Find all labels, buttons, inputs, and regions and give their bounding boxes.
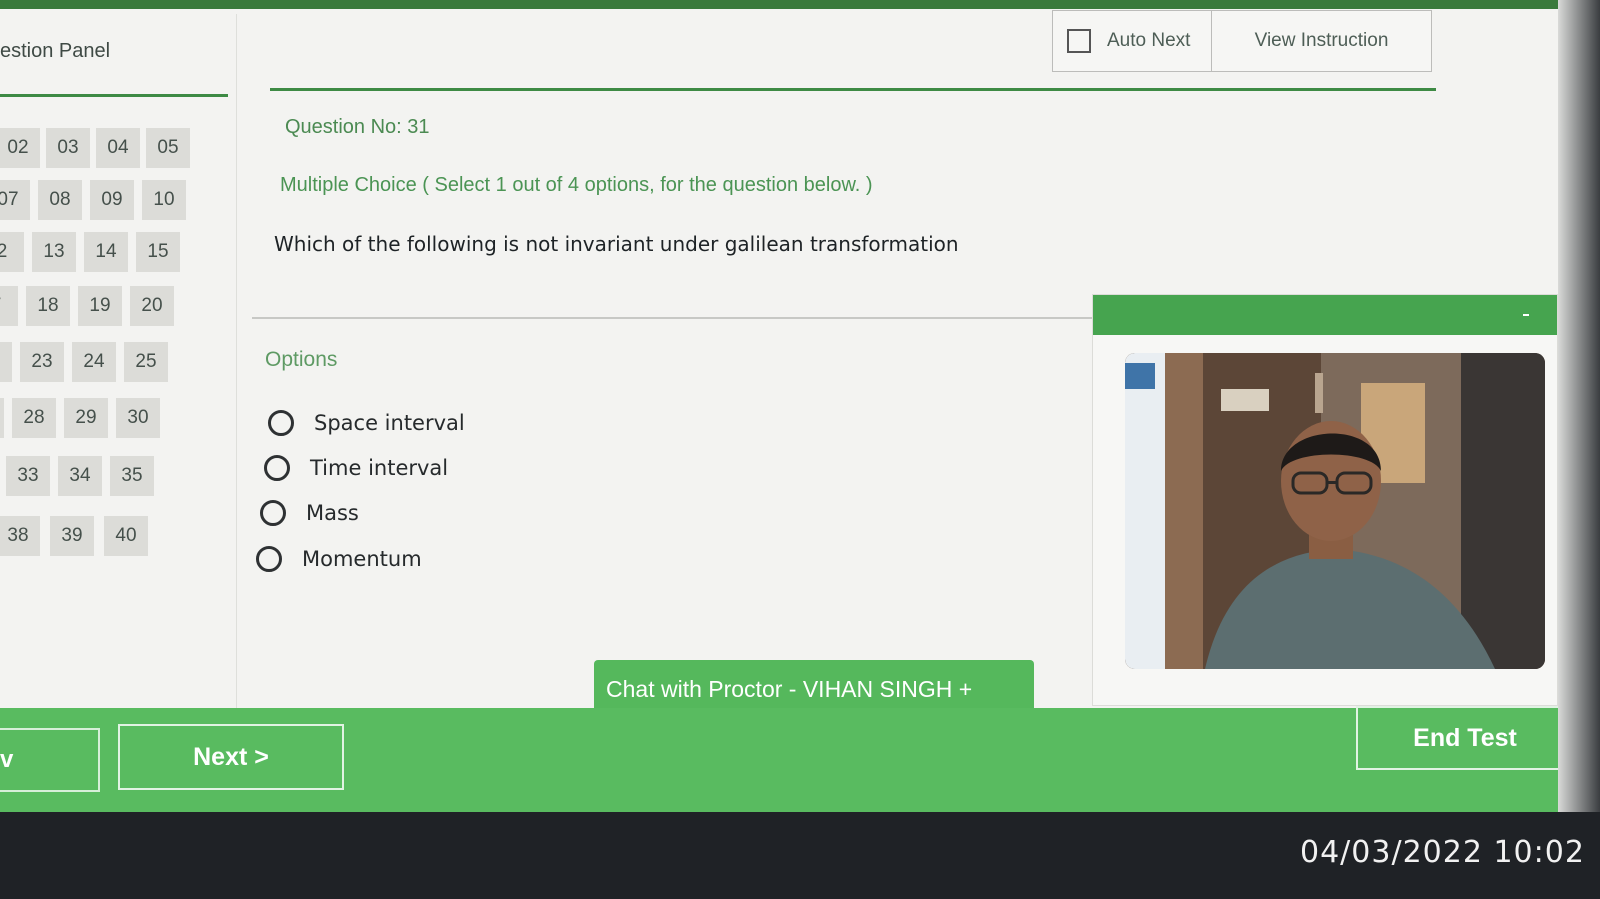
photo-timestamp: 04/03/2022 10:02 [1300, 835, 1585, 870]
question-number-button[interactable]: 39 [50, 516, 94, 556]
header-controls: Auto Next View Instruction [1052, 10, 1432, 72]
question-number-button[interactable]: 25 [124, 342, 168, 382]
question-number-button[interactable] [0, 398, 4, 438]
panel-divider [236, 14, 237, 724]
previous-button[interactable]: v [0, 728, 100, 792]
view-instruction-button[interactable]: View Instruction [1212, 11, 1431, 71]
question-panel-title: estion Panel [0, 40, 111, 62]
radio-icon[interactable] [260, 500, 286, 526]
radio-icon[interactable] [264, 455, 290, 481]
end-test-button[interactable]: End Test [1356, 706, 1574, 770]
action-bar: v Next > End Test [0, 706, 1600, 812]
question-number-button[interactable]: 13 [32, 232, 76, 272]
options-label: Options [265, 348, 338, 371]
question-number-button[interactable]: 08 [38, 180, 82, 220]
question-number-button[interactable]: 04 [96, 128, 140, 168]
question-number-button[interactable]: 38 [0, 516, 40, 556]
question-number-button[interactable]: 19 [78, 286, 122, 326]
question-number-button[interactable]: 24 [72, 342, 116, 382]
question-number: Question No: 31 [285, 116, 430, 138]
option-label: Momentum [302, 547, 422, 571]
question-number-button[interactable]: 05 [146, 128, 190, 168]
option-mass[interactable]: Mass [260, 500, 359, 526]
auto-next-label: Auto Next [1107, 30, 1191, 51]
question-number-button[interactable]: 09 [90, 180, 134, 220]
webcam-feed [1125, 353, 1545, 669]
option-label: Space interval [314, 411, 465, 435]
exam-screen: estion Panel 02 03 04 05 07 08 09 10 2 1… [0, 0, 1600, 812]
auto-next-toggle[interactable]: Auto Next [1053, 11, 1212, 71]
header-rule [270, 88, 1436, 91]
option-label: Time interval [310, 456, 449, 480]
question-number-button[interactable]: 03 [46, 128, 90, 168]
question-number-button[interactable]: 7 [0, 286, 18, 326]
option-space-interval[interactable]: Space interval [268, 410, 465, 436]
auto-next-checkbox[interactable] [1067, 29, 1091, 53]
question-number-button[interactable]: 34 [58, 456, 102, 496]
question-number-button[interactable]: 02 [0, 128, 40, 168]
question-number-button[interactable]: 29 [64, 398, 108, 438]
webcam-image [1125, 353, 1545, 669]
option-label: Mass [306, 501, 359, 525]
proctor-video-panel [1092, 294, 1558, 706]
question-number-button[interactable]: 35 [110, 456, 154, 496]
question-number-button[interactable]: 33 [6, 456, 50, 496]
option-momentum[interactable]: Momentum [256, 546, 422, 572]
panel-rule [0, 94, 228, 97]
video-panel-header [1093, 295, 1557, 335]
question-number-button[interactable]: 40 [104, 516, 148, 556]
minimize-icon[interactable] [1523, 314, 1529, 316]
next-button[interactable]: Next > [118, 724, 344, 790]
question-number-button[interactable]: 07 [0, 180, 30, 220]
question-number-button[interactable]: 23 [20, 342, 64, 382]
question-number-button[interactable]: 18 [26, 286, 70, 326]
question-number-button[interactable]: 15 [136, 232, 180, 272]
top-strip [0, 0, 1600, 9]
question-number-button[interactable]: 28 [12, 398, 56, 438]
question-type: Multiple Choice ( Select 1 out of 4 opti… [280, 174, 873, 196]
radio-icon[interactable] [256, 546, 282, 572]
option-time-interval[interactable]: Time interval [264, 455, 448, 481]
question-number-button[interactable] [0, 342, 12, 382]
question-divider [252, 317, 1092, 319]
radio-icon[interactable] [268, 410, 294, 436]
monitor-bezel [1558, 0, 1600, 812]
question-number-button[interactable]: 10 [142, 180, 186, 220]
question-number-button[interactable]: 2 [0, 232, 24, 272]
question-number-button[interactable]: 14 [84, 232, 128, 272]
question-number-button[interactable]: 20 [130, 286, 174, 326]
question-number-button[interactable]: 30 [116, 398, 160, 438]
question-text: Which of the following is not invariant … [274, 232, 959, 256]
